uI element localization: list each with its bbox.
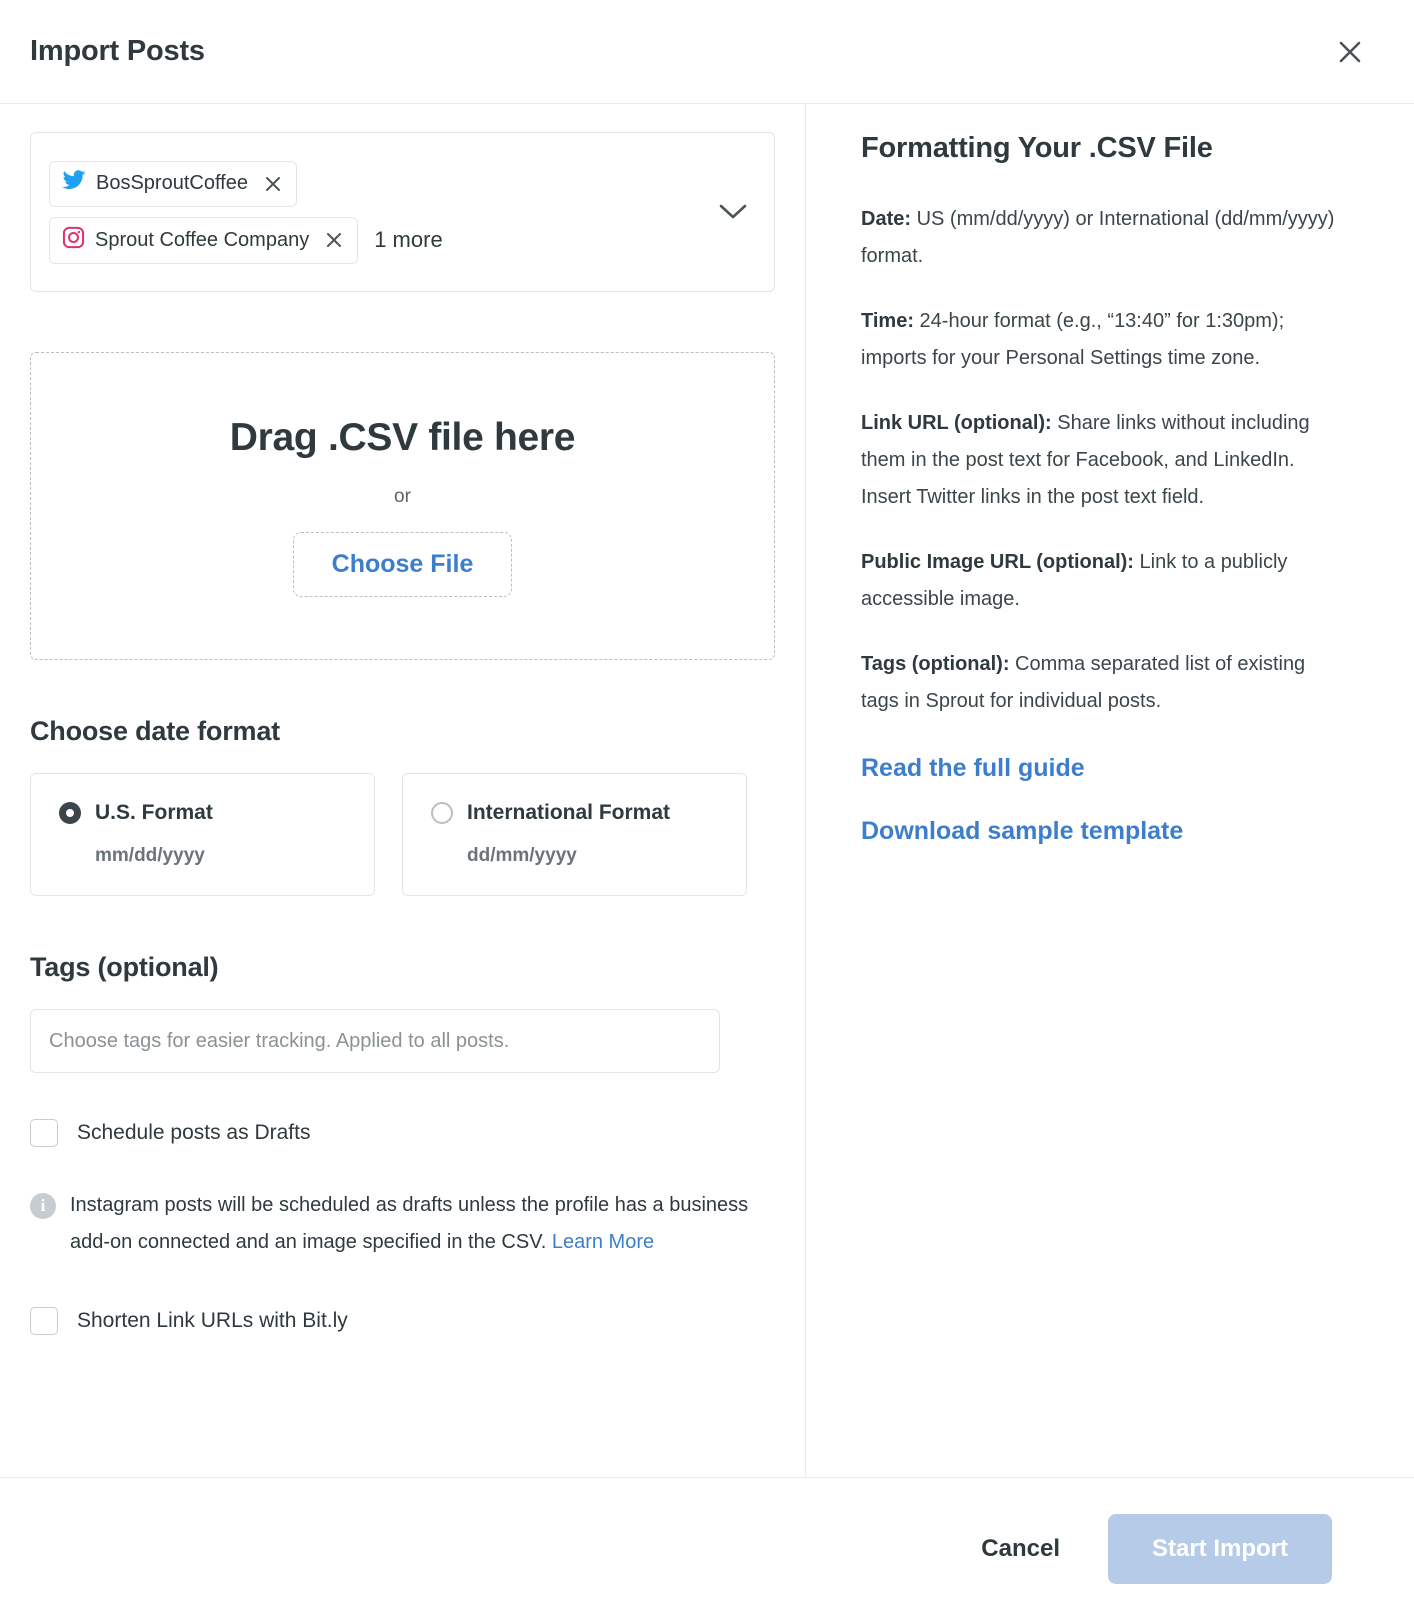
radio-us-format[interactable] [59,802,81,824]
profile-chip-label: BosSproutCoffee [96,172,248,195]
help-term: Date: [861,208,911,230]
choose-file-button[interactable]: Choose File [293,532,513,597]
help-item-public-image-url: Public Image URL (optional): Link to a p… [861,544,1341,618]
selected-profiles: BosSproutCoffee [49,161,443,264]
profile-chip-row: Sprout Coffee Company 1 more [49,217,443,264]
info-icon: i [30,1193,56,1219]
bitly-row[interactable]: Shorten Link URLs with Bit.ly [30,1307,775,1335]
read-full-guide-link[interactable]: Read the full guide [861,754,1374,783]
close-icon[interactable] [1328,30,1372,74]
cancel-button[interactable]: Cancel [977,1525,1064,1573]
date-format-label: International Format [467,801,670,825]
help-item-time: Time: 24-hour format (e.g., “13:40” for … [861,303,1341,377]
schedule-drafts-checkbox[interactable] [30,1119,58,1147]
modal-body: BosSproutCoffee [0,104,1414,1477]
dropzone-title: Drag .CSV file here [230,416,575,460]
date-format-options: U.S. Format mm/dd/yyyy International For… [30,773,775,896]
profile-chip-instagram[interactable]: Sprout Coffee Company [49,217,358,264]
help-term: Tags (optional): [861,653,1010,675]
import-posts-modal: Import Posts [0,0,1414,1620]
help-term: Time: [861,310,914,332]
chevron-down-icon[interactable] [706,195,760,229]
tags-heading: Tags (optional) [30,952,775,983]
date-format-label: U.S. Format [95,801,213,825]
date-format-heading: Choose date format [30,716,775,747]
instagram-info-note: i Instagram posts will be scheduled as d… [30,1187,760,1261]
twitter-icon [62,170,86,198]
date-format-option-international[interactable]: International Format dd/mm/yyyy [402,773,747,896]
download-sample-template-link[interactable]: Download sample template [861,817,1374,846]
help-item-tags: Tags (optional): Comma separated list of… [861,646,1341,720]
help-pane: Formatting Your .CSV File Date: US (mm/d… [806,104,1414,1477]
help-item-link-url: Link URL (optional): Share links without… [861,405,1341,516]
help-item-date: Date: US (mm/dd/yyyy) or International (… [861,201,1341,275]
bitly-label: Shorten Link URLs with Bit.ly [77,1309,348,1333]
help-text: 24-hour format (e.g., “13:40” for 1:30pm… [861,310,1284,369]
date-format-pattern: dd/mm/yyyy [467,845,722,867]
remove-profile-icon[interactable] [325,231,343,249]
profile-chip-label: Sprout Coffee Company [95,229,309,252]
more-profiles-count[interactable]: 1 more [374,227,442,253]
left-pane: BosSproutCoffee [0,104,806,1477]
profile-picker[interactable]: BosSproutCoffee [30,132,775,292]
profile-chip-twitter[interactable]: BosSproutCoffee [49,161,297,207]
csv-dropzone[interactable]: Drag .CSV file here or Choose File [30,352,775,660]
page-title: Import Posts [30,35,205,68]
date-format-option-us[interactable]: U.S. Format mm/dd/yyyy [30,773,375,896]
dropzone-or-label: or [394,486,411,508]
schedule-drafts-row[interactable]: Schedule posts as Drafts [30,1119,775,1147]
instagram-info-text: Instagram posts will be scheduled as dra… [70,1187,760,1261]
learn-more-link[interactable]: Learn More [552,1231,654,1253]
bitly-checkbox[interactable] [30,1307,58,1335]
profile-chip-row: BosSproutCoffee [49,161,297,207]
help-term: Public Image URL (optional): [861,551,1134,573]
tags-input[interactable] [30,1009,720,1073]
schedule-drafts-label: Schedule posts as Drafts [77,1121,310,1145]
start-import-button[interactable]: Start Import [1108,1514,1332,1584]
modal-header: Import Posts [0,0,1414,104]
help-term: Link URL (optional): [861,412,1052,434]
radio-international-format[interactable] [431,802,453,824]
modal-footer: Cancel Start Import [0,1477,1414,1620]
help-text: US (mm/dd/yyyy) or International (dd/mm/… [861,208,1334,267]
remove-profile-icon[interactable] [264,175,282,193]
date-format-pattern: mm/dd/yyyy [95,845,350,867]
help-title: Formatting Your .CSV File [861,132,1374,165]
instagram-icon [62,226,85,255]
